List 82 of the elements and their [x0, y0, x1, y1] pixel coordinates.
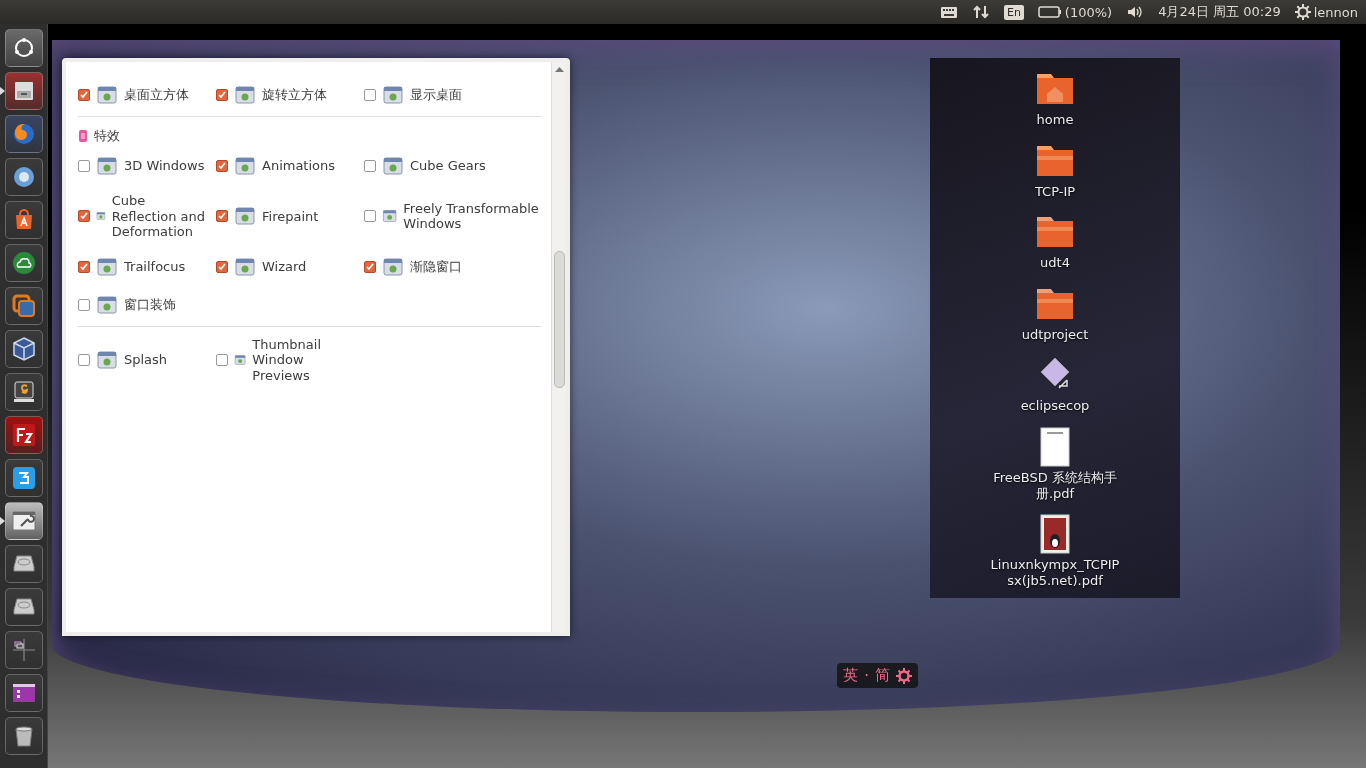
launcher-button[interactable] — [4, 115, 43, 153]
plugin-label[interactable]: Wizard — [262, 259, 307, 275]
launcher-button[interactable] — [4, 29, 43, 67]
checkbox[interactable] — [78, 354, 90, 367]
user-name[interactable]: lennon — [1313, 4, 1358, 20]
desktop-icon-label[interactable]: TCP-IP — [1034, 183, 1076, 200]
desktop-icon-label[interactable]: udt4 — [1040, 255, 1070, 271]
launcher-button[interactable] — [4, 244, 43, 282]
plugin-label[interactable]: Cube Reflection and Deformation — [111, 193, 208, 240]
plugin-label[interactable]: Cube Gears — [410, 158, 486, 174]
plugin-label[interactable]: Firepaint — [262, 208, 319, 225]
plugin-label[interactable]: Thumbnail Window Previews — [252, 336, 356, 384]
launcher-button[interactable] — [4, 588, 43, 626]
plugin-icon — [382, 255, 404, 278]
launcher-button[interactable] — [4, 459, 43, 497]
script-toggle[interactable]: 简 — [875, 666, 890, 685]
launcher-button[interactable] — [4, 72, 43, 110]
launcher-button[interactable] — [4, 674, 43, 712]
plugin-label[interactable]: Splash — [124, 352, 168, 368]
checkbox[interactable] — [364, 210, 376, 223]
desktop-icon-label[interactable]: udtproject — [1021, 326, 1089, 343]
speaker-icon — [1126, 5, 1145, 19]
checkbox[interactable] — [216, 260, 228, 273]
launcher-button[interactable] — [4, 502, 43, 540]
gear-icon — [1294, 4, 1311, 20]
plugin-label[interactable]: Freely Transformable Windows — [403, 200, 541, 232]
battery-percentage[interactable]: (100%) — [1064, 4, 1113, 20]
checkbox[interactable] — [216, 354, 228, 367]
checkbox[interactable] — [216, 89, 228, 101]
clock[interactable]: 4月24日 周五 00:29 — [1158, 3, 1281, 21]
checkbox[interactable] — [78, 260, 90, 273]
scroll-up-icon — [554, 66, 564, 72]
input-mode-toggle[interactable]: 英 — [843, 666, 859, 685]
plugin-label[interactable]: 窗口装饰 — [124, 297, 176, 313]
plugin-icon — [96, 349, 118, 372]
checkbox[interactable] — [364, 160, 376, 172]
checkbox[interactable] — [216, 160, 228, 172]
launcher-button[interactable] — [4, 717, 43, 755]
plugin-icon — [234, 84, 256, 106]
checkbox[interactable] — [364, 260, 376, 273]
plugin-label[interactable]: 3D Windows — [124, 158, 205, 174]
network-arrows-icon — [971, 4, 990, 20]
checkbox[interactable] — [78, 210, 90, 223]
plugin-icon — [96, 84, 118, 106]
launcher-button[interactable] — [4, 201, 43, 239]
desktop-icon-label[interactable]: home — [1036, 112, 1074, 128]
scrollbar-thumb[interactable] — [553, 251, 565, 388]
keyboard-layout-indicator[interactable]: En — [1003, 4, 1024, 20]
effects-icon — [78, 129, 88, 143]
desktop-icon-label[interactable]: Linuxnkympx_TCPIPsx(jb5.net).pdf — [990, 557, 1120, 589]
battery-icon — [1037, 6, 1062, 18]
plugin-label[interactable]: 桌面立方体 — [124, 87, 189, 103]
gear-icon — [896, 667, 912, 684]
plugin-icon — [234, 255, 256, 278]
plugin-icon — [234, 205, 256, 228]
launcher-button[interactable] — [4, 545, 43, 583]
checkbox[interactable] — [364, 89, 376, 101]
keyboard-icon — [939, 5, 958, 19]
launcher-button[interactable] — [4, 416, 43, 454]
plugin-label[interactable]: 旋转立方体 — [262, 87, 327, 103]
desktop-icon-label[interactable]: FreeBSD 系统结构手册.pdf — [990, 469, 1120, 502]
checkbox[interactable] — [216, 210, 228, 223]
plugin-icon — [382, 155, 404, 177]
checkbox[interactable] — [78, 89, 90, 101]
launcher-button[interactable] — [4, 330, 43, 368]
plugin-icon — [96, 255, 118, 278]
section-heading: 特效 — [94, 127, 120, 145]
desktop-icon-label[interactable]: eclipsecop — [1020, 398, 1090, 414]
separator-dot: · — [864, 666, 869, 685]
launcher-button[interactable] — [4, 373, 43, 411]
checkbox[interactable] — [78, 160, 90, 172]
plugin-label[interactable]: Animations — [262, 158, 336, 174]
plugin-icon — [96, 293, 118, 316]
plugin-label[interactable]: Trailfocus — [124, 259, 186, 275]
scrollbar[interactable] — [551, 62, 566, 632]
checkbox[interactable] — [78, 298, 90, 311]
plugin-icon — [234, 155, 256, 177]
plugin-icon — [382, 84, 404, 106]
plugin-label[interactable]: 渐隐窗口 — [410, 259, 462, 275]
plugin-label[interactable]: 显示桌面 — [410, 87, 462, 103]
launcher-button[interactable] — [4, 158, 43, 196]
plugin-icon — [96, 155, 118, 177]
